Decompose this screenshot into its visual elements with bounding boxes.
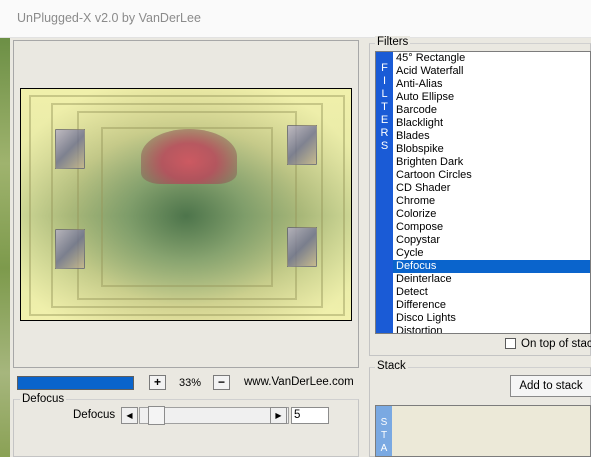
filter-list-item[interactable]: Blobspike bbox=[393, 143, 590, 156]
on-top-of-stack-checkbox[interactable] bbox=[505, 338, 516, 349]
filter-list-item[interactable]: Compose bbox=[393, 221, 590, 234]
filters-items: 45° Rectangle Acid Waterfall Anti-Alias Aut… bbox=[393, 52, 590, 333]
on-top-of-stack-label: On top of stack bbox=[521, 338, 591, 350]
stack-vertical-band: STA bbox=[376, 406, 392, 456]
filters-band-letter: T bbox=[381, 101, 388, 113]
render-progress-bar bbox=[17, 376, 134, 390]
right-arrow-icon: ▶ bbox=[275, 411, 282, 420]
filter-list-item[interactable]: 45° Rectangle bbox=[393, 52, 590, 65]
filter-list-item[interactable]: Blades bbox=[393, 130, 590, 143]
stack-group-title: Stack bbox=[375, 360, 408, 372]
filter-list-item[interactable]: Anti-Alias bbox=[393, 78, 590, 91]
zoom-out-button[interactable]: − bbox=[213, 375, 230, 390]
defocus-value-field[interactable]: 5 bbox=[291, 407, 329, 424]
window-title: UnPlugged-X v2.0 by VanDerLee bbox=[17, 11, 201, 25]
stack-band-letter: T bbox=[380, 430, 388, 441]
filters-band-letter: I bbox=[382, 75, 387, 87]
zoom-in-button[interactable]: + bbox=[149, 375, 166, 390]
filter-list-item[interactable]: Cycle bbox=[393, 247, 590, 260]
slider-increase-button[interactable]: ▶ bbox=[270, 407, 287, 424]
left-arrow-icon: ◀ bbox=[126, 411, 133, 420]
filter-list-item[interactable]: Barcode bbox=[393, 104, 590, 117]
filter-list-item[interactable]: Detect bbox=[393, 286, 590, 299]
stack-listbox[interactable]: STA bbox=[375, 405, 591, 457]
filters-band-letter: E bbox=[380, 114, 389, 126]
filters-band-letter: S bbox=[380, 140, 389, 152]
filter-list-item[interactable]: Cartoon Circles bbox=[393, 169, 590, 182]
filter-list-item[interactable]: Auto Ellipse bbox=[393, 91, 590, 104]
parameters-group-title: Defocus bbox=[20, 393, 67, 405]
filters-band-letter: F bbox=[381, 62, 388, 74]
filters-group-title: Filters bbox=[375, 36, 411, 48]
filter-list-item[interactable]: Brighten Dark bbox=[393, 156, 590, 169]
progress-fill bbox=[18, 377, 133, 389]
stack-band-letter: S bbox=[380, 417, 388, 428]
filter-list-item[interactable]: Colorize bbox=[393, 208, 590, 221]
filters-band-letter: R bbox=[380, 127, 389, 139]
add-to-stack-button[interactable]: Add to stack bbox=[510, 375, 591, 397]
stack-band-letter: A bbox=[380, 443, 388, 454]
filter-list-item[interactable]: CD Shader bbox=[393, 182, 590, 195]
defocus-slider-label: Defocus bbox=[73, 409, 116, 421]
filters-vertical-band: FILTERS bbox=[376, 52, 393, 333]
filter-list-item[interactable]: Blacklight bbox=[393, 117, 590, 130]
filters-listbox[interactable]: FILTERS 45° Rectangle Acid Waterfall Anti-… bbox=[375, 51, 591, 334]
filter-list-item[interactable]: Acid Waterfall bbox=[393, 65, 590, 78]
filter-list-item[interactable]: Disco Lights bbox=[393, 312, 590, 325]
filters-band-letter: L bbox=[381, 88, 388, 100]
mushroom-artwork bbox=[141, 129, 237, 184]
website-link[interactable]: www.VanDerLee.com bbox=[244, 376, 354, 388]
filter-list-item[interactable]: Defocus bbox=[393, 260, 590, 273]
filter-list-item[interactable]: Distortion bbox=[393, 325, 590, 333]
filter-list-item[interactable]: Chrome bbox=[393, 195, 590, 208]
filter-list-item[interactable]: Copystar bbox=[393, 234, 590, 247]
desktop-wallpaper-strip bbox=[0, 38, 10, 457]
preview-image[interactable] bbox=[20, 88, 352, 321]
filter-list-item[interactable]: Deinterlace bbox=[393, 273, 590, 286]
title-bar: UnPlugged-X v2.0 by VanDerLee bbox=[0, 0, 591, 38]
filter-list-item[interactable]: Difference bbox=[393, 299, 590, 312]
zoom-level: 33% bbox=[179, 377, 202, 389]
slider-decrease-button[interactable]: ◀ bbox=[121, 407, 138, 424]
defocus-slider-thumb[interactable] bbox=[148, 406, 165, 425]
